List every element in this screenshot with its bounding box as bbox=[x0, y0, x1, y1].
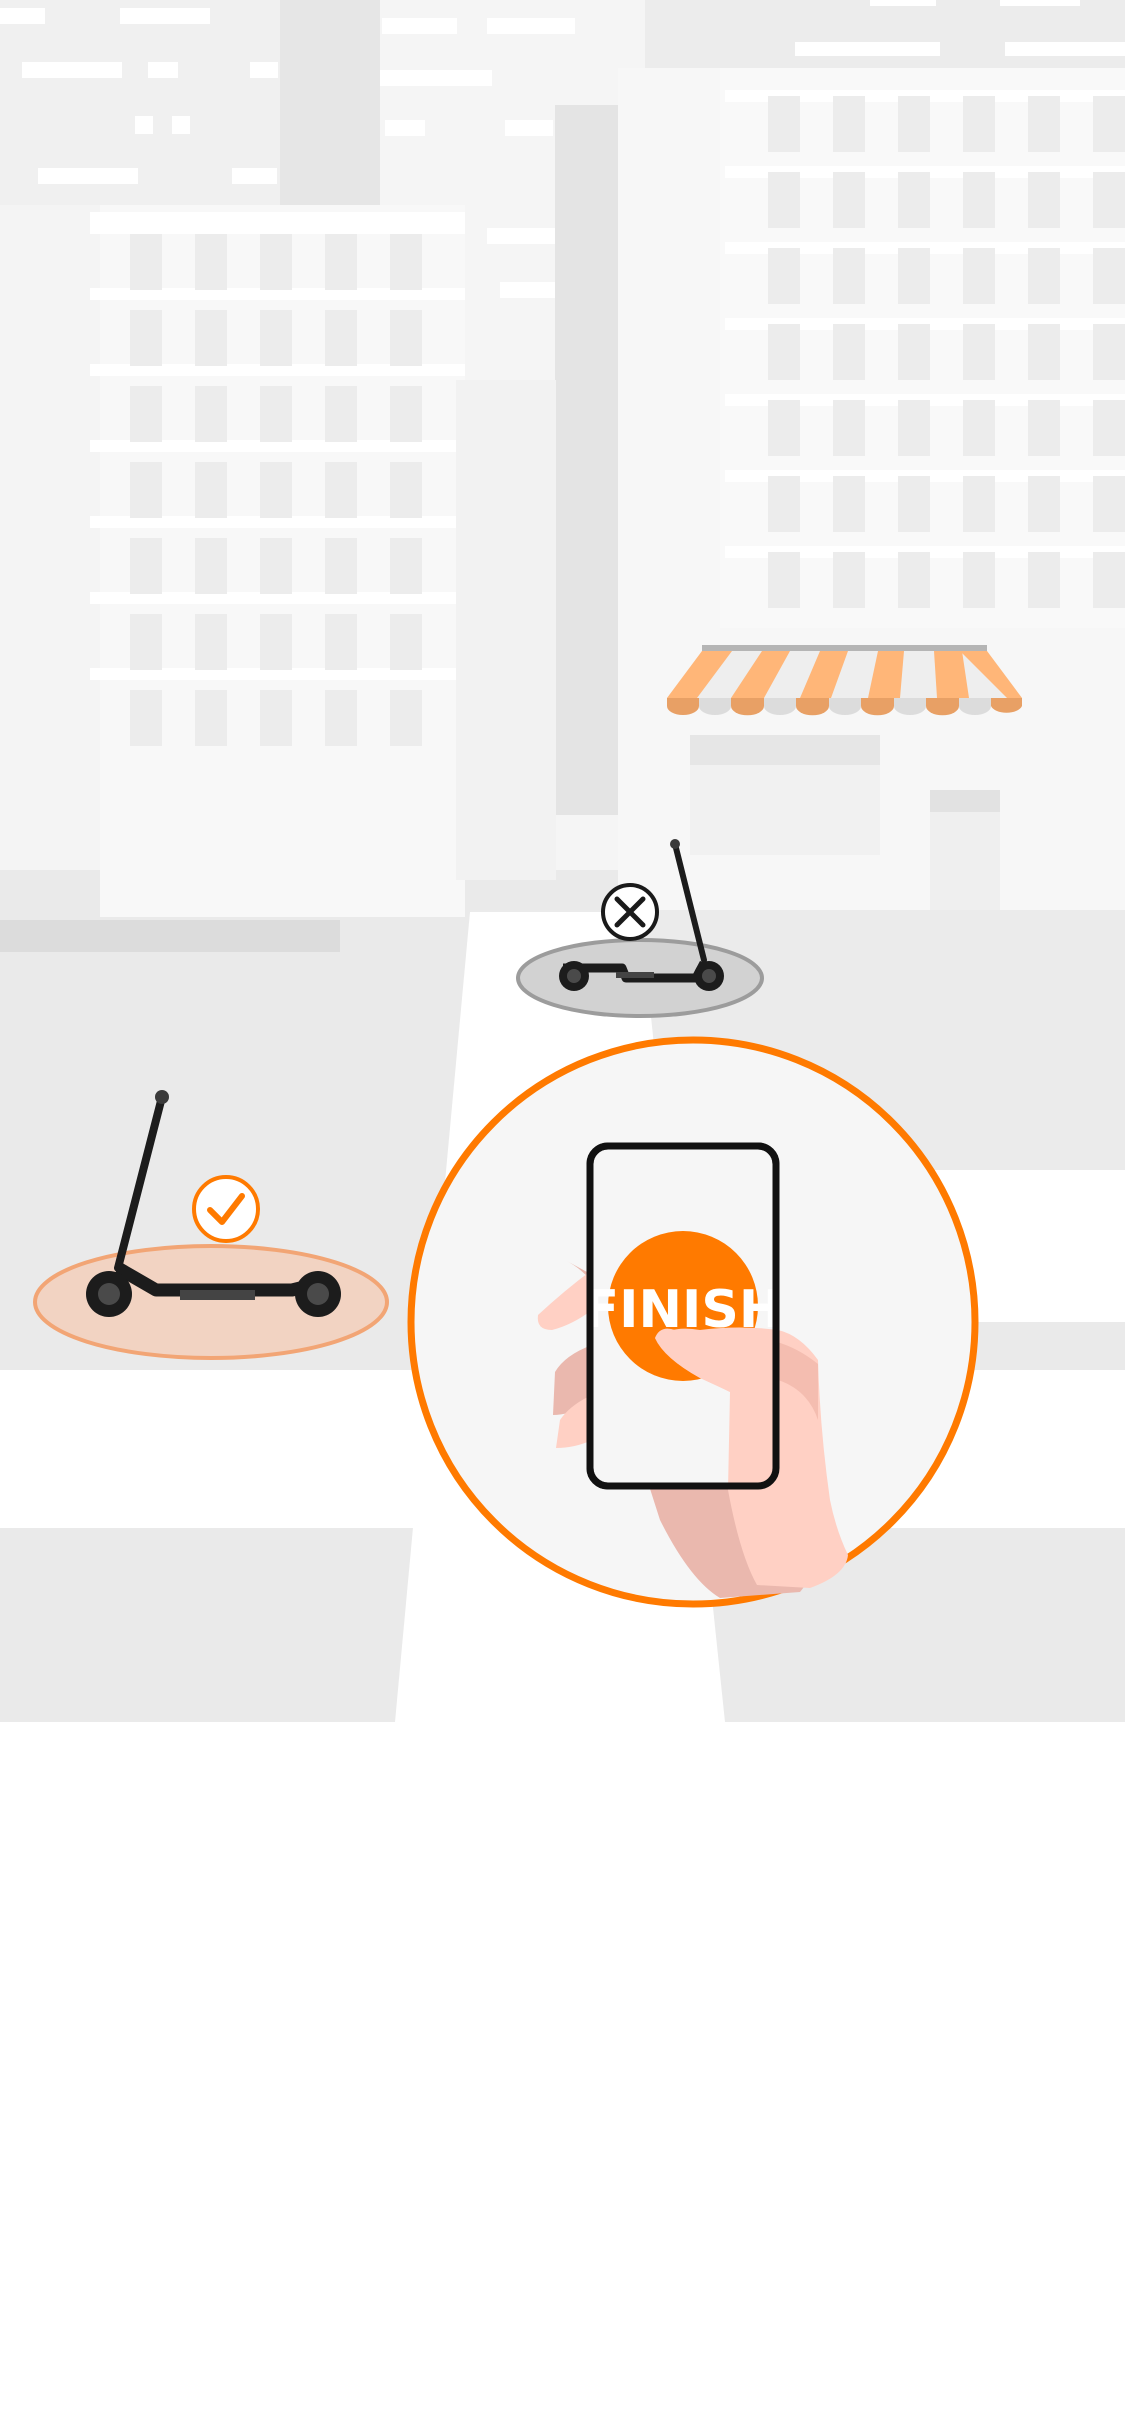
checkmark-circle-icon bbox=[192, 1175, 260, 1243]
x-circle-icon bbox=[601, 883, 659, 941]
right-building bbox=[618, 68, 1125, 910]
content-area bbox=[0, 1722, 1125, 2436]
shop-awning bbox=[667, 645, 1022, 716]
illustration-canvas: FINISH bbox=[0, 0, 1125, 1722]
parking-instruction-illustration: FINISH bbox=[0, 0, 1125, 1722]
onboarding-screen: FINISH bbox=[0, 0, 1125, 2436]
finish-ride-callout: FINISH bbox=[407, 1036, 979, 1608]
